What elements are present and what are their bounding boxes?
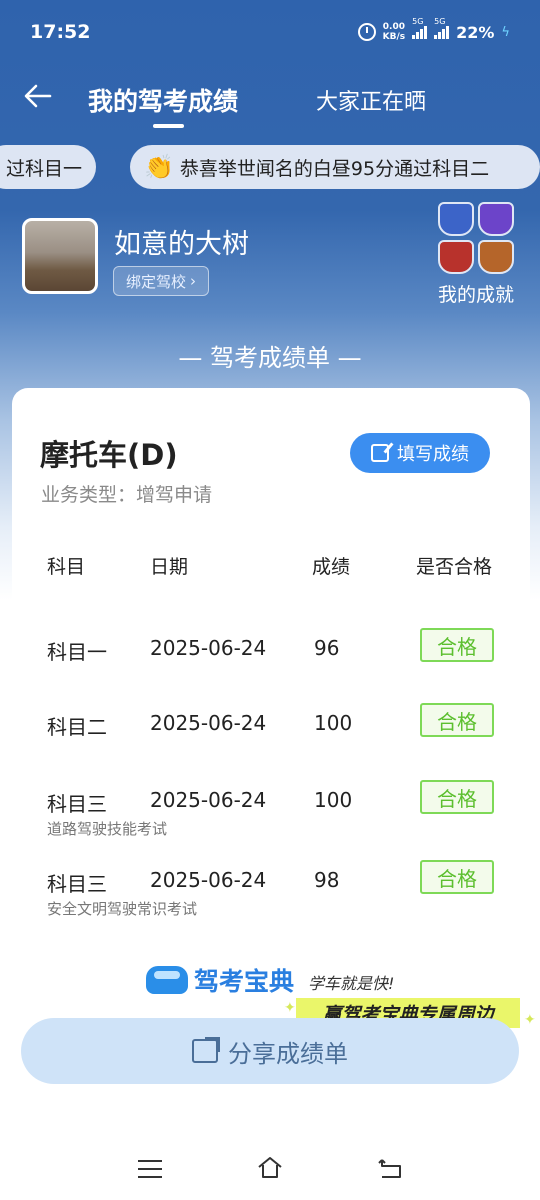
- bind-driving-school-button[interactable]: 绑定驾校 ›: [113, 266, 210, 296]
- column-header: 日期: [150, 556, 189, 578]
- system-navigation-bar: [0, 1140, 540, 1200]
- achievements-label: 我的成就: [437, 284, 514, 306]
- battery-percent: 22%: [456, 22, 495, 42]
- badge-icon: [478, 202, 514, 236]
- pass-badge: 合格: [420, 628, 494, 662]
- chevron-right-icon: ›: [190, 272, 197, 290]
- column-header: 科目: [47, 556, 86, 578]
- exam-subtitle: 道路驾驶技能考试: [47, 820, 168, 838]
- car-logo-icon: [146, 966, 188, 994]
- table-row: 科目三 2025-06-24 98 合格 安全文明驾驶常识考试: [12, 860, 530, 928]
- username: 如意的大树: [114, 229, 249, 260]
- status-time: 17:52: [30, 21, 91, 43]
- user-profile: 如意的大树 绑定驾校 › 我的成就: [22, 202, 522, 308]
- table-row: 科目一 2025-06-24 96 合格: [12, 628, 530, 696]
- share-results-button[interactable]: 分享成绩单: [21, 1018, 519, 1084]
- signal-icon: 5G: [412, 17, 428, 39]
- network-speed: 0.00 KB/s: [382, 22, 406, 42]
- tab-everyone-sharing[interactable]: 大家正在晒: [316, 84, 426, 116]
- ticker-item[interactable]: 过科目一: [0, 145, 96, 189]
- table-row: 科目二 2025-06-24 100 合格: [12, 703, 530, 771]
- ticker-item[interactable]: 👏 恭喜举世闻名的白昼95分通过科目二: [130, 145, 540, 189]
- section-title: — 驾考成绩单 —: [178, 344, 362, 372]
- pass-badge: 合格: [420, 780, 494, 814]
- badge-icon: [478, 240, 514, 274]
- column-header: 是否合格: [416, 556, 493, 578]
- active-tab-indicator: [153, 124, 184, 128]
- sparkle-icon: ✦: [284, 1000, 296, 1016]
- business-type: 业务类型：增驾申请: [41, 484, 213, 506]
- score-card: 摩托车(D) 业务类型：增驾申请 填写成绩 科目 日期 成绩 是否合格 科目一 …: [12, 388, 530, 1028]
- column-header: 成绩: [312, 556, 351, 578]
- pass-badge: 合格: [420, 860, 494, 894]
- status-bar: 17:52 0.00 KB/s 5G 5G 22% ϟ: [0, 0, 540, 64]
- badge-icon: [438, 240, 474, 274]
- charging-icon: ϟ: [501, 24, 510, 40]
- edit-icon: [371, 444, 389, 462]
- exam-subtitle: 安全文明驾驶常识考试: [47, 900, 198, 918]
- table-row: 科目三 2025-06-24 100 合格 道路驾驶技能考试: [12, 780, 530, 848]
- tab-my-results[interactable]: 我的驾考成绩: [88, 82, 238, 118]
- alarm-icon: [357, 23, 376, 41]
- avatar[interactable]: [22, 218, 98, 294]
- sparkle-icon: ✦: [524, 1012, 536, 1028]
- home-icon[interactable]: [256, 1154, 284, 1180]
- menu-icon[interactable]: [138, 1160, 162, 1178]
- brand-name: 驾考宝典: [194, 967, 295, 996]
- my-achievements[interactable]: 我的成就: [430, 202, 522, 307]
- brand-logo: 驾考宝典 学车就是快!: [146, 962, 416, 1002]
- brand-slogan: 学车就是快!: [308, 974, 395, 993]
- arrow-left-icon: [24, 84, 52, 108]
- back-button[interactable]: [20, 78, 60, 118]
- pass-badge: 合格: [420, 703, 494, 737]
- fill-score-button[interactable]: 填写成绩: [350, 433, 490, 473]
- status-indicators: 0.00 KB/s 5G 5G 22% ϟ: [357, 17, 510, 42]
- vehicle-class: 摩托车(D): [40, 438, 178, 472]
- clapping-hands-icon: 👏: [144, 153, 174, 181]
- back-nav-icon[interactable]: [376, 1156, 404, 1180]
- share-icon: [192, 1037, 220, 1063]
- achievement-badges: [430, 202, 522, 274]
- badge-icon: [438, 202, 474, 236]
- signal-icon-2: 5G: [434, 17, 450, 39]
- top-nav: 我的驾考成绩 大家正在晒: [0, 70, 540, 130]
- congrats-ticker: 过科目一 👏 恭喜举世闻名的白昼95分通过科目二: [0, 145, 540, 189]
